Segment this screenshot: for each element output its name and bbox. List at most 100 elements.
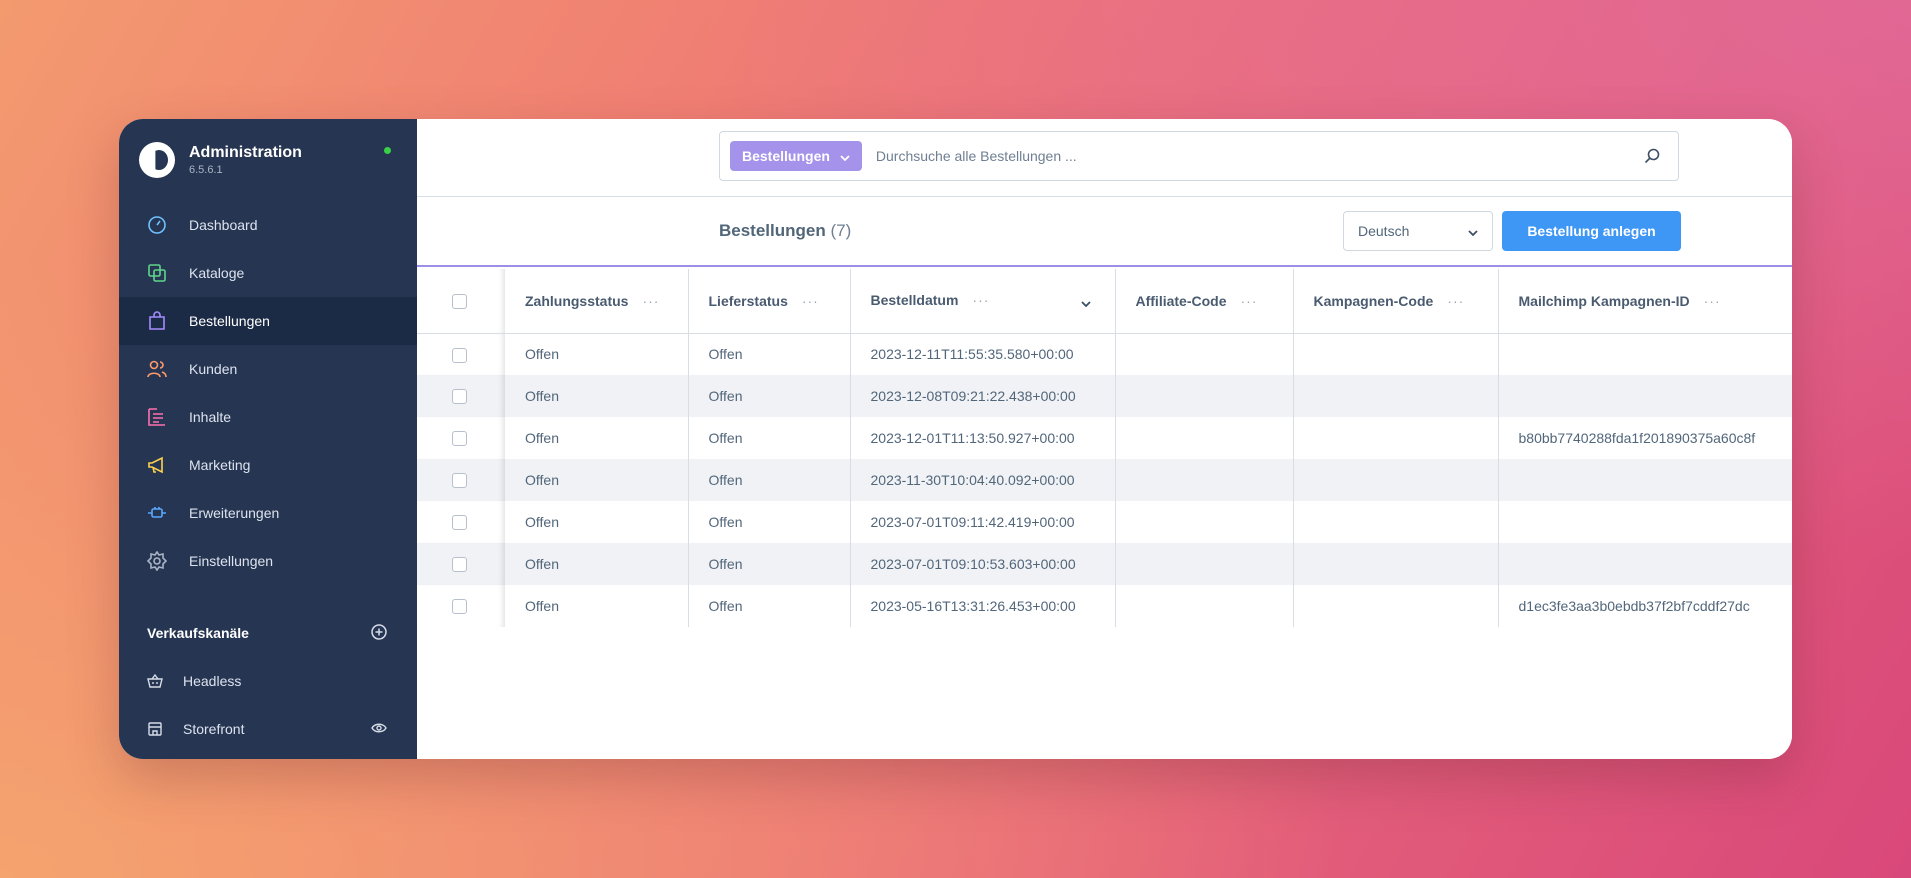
nav-item-customers[interactable]: Kunden <box>119 345 417 393</box>
row-checkbox[interactable] <box>452 473 467 489</box>
column-title: Bestelldatum <box>870 291 959 308</box>
shopping-bag-icon <box>147 311 167 331</box>
main-nav: Dashboard Kataloge Bestellungen Kunden I… <box>119 201 417 585</box>
nav-item-settings[interactable]: Einstellungen <box>119 537 417 585</box>
column-header-payment-status[interactable]: Zahlungsstatus ··· <box>505 269 689 334</box>
mailchimp-id-cell: b80bb7740288fda1f201890375a60c8f <box>1518 430 1756 446</box>
language-select[interactable]: Deutsch <box>1343 211 1493 251</box>
nav-item-extensions[interactable]: Erweiterungen <box>119 489 417 537</box>
global-search: Bestellungen <box>719 131 1679 181</box>
chevron-down-icon <box>1468 223 1478 239</box>
select-all-cell <box>417 269 505 334</box>
mailchimp-id-cell <box>1498 459 1792 501</box>
delivery-status-cell: Offen <box>688 459 851 501</box>
mailchimp-id-cell: d1ec3fe3aa3b0ebdb37f2bf7cddf27dc <box>1518 598 1750 614</box>
orders-grid: Zahlungsstatus ··· Lieferstatus ··· Bestel… <box>417 269 1792 627</box>
table-body: Offen Offen 2023-12-11T11:55:35.580+00:00 O… <box>417 333 1792 627</box>
eye-icon[interactable] <box>371 721 387 737</box>
table-row[interactable]: Offen Offen 2023-07-01T09:10:53.603+00:00 <box>417 543 1792 585</box>
nav-item-dashboard[interactable]: Dashboard <box>119 201 417 249</box>
sales-channel-headless[interactable]: Headless <box>119 657 417 705</box>
nav-label: Kunden <box>189 361 238 377</box>
language-value: Deutsch <box>1358 223 1410 239</box>
payment-status-cell: Offen <box>505 417 689 459</box>
admin-window: Administration 6.5.6.1 Dashboard Katalog… <box>119 119 1792 759</box>
add-sales-channel-icon[interactable] <box>371 623 387 643</box>
affiliate-code-cell <box>1115 543 1294 585</box>
campaign-code-cell <box>1293 585 1499 627</box>
affiliate-code-cell <box>1115 459 1294 501</box>
shopware-logo-icon <box>139 142 175 178</box>
column-menu-icon[interactable]: ··· <box>1447 293 1464 309</box>
affiliate-code-cell <box>1115 585 1294 627</box>
payment-status-cell: Offen <box>505 501 689 543</box>
order-date-cell: 2023-05-16T13:31:26.453+00:00 <box>850 585 1116 627</box>
order-date-cell: 2023-12-11T11:55:35.580+00:00 <box>850 333 1116 375</box>
content-icon <box>147 407 167 427</box>
column-title: Mailchimp Kampagnen-ID <box>1518 292 1690 309</box>
row-select-cell <box>417 585 505 627</box>
row-checkbox[interactable] <box>452 431 467 447</box>
row-checkbox[interactable] <box>452 599 467 615</box>
delivery-status-cell: Offen <box>688 543 851 585</box>
campaign-code-cell <box>1293 459 1499 501</box>
row-select-cell <box>417 417 505 459</box>
nav-item-catalogs[interactable]: Kataloge <box>119 249 417 297</box>
nav-item-marketing[interactable]: Marketing <box>119 441 417 489</box>
table-row[interactable]: Offen Offen 2023-12-08T09:21:22.438+00:00 <box>417 375 1792 417</box>
column-menu-icon[interactable]: ··· <box>642 293 659 309</box>
column-menu-icon[interactable]: ··· <box>802 293 819 309</box>
column-menu-icon[interactable]: ··· <box>1241 293 1258 309</box>
row-checkbox[interactable] <box>452 515 467 531</box>
order-date-cell: 2023-07-01T09:10:53.603+00:00 <box>850 543 1116 585</box>
main-content: Bestellungen Bestellungen (7) Deutsch <box>417 119 1792 759</box>
table-row[interactable]: Offen Offen 2023-12-01T11:13:50.927+00:00 b… <box>417 417 1792 459</box>
table-row[interactable]: Offen Offen 2023-11-30T10:04:40.092+00:00 <box>417 459 1792 501</box>
row-select-cell <box>417 543 505 585</box>
campaign-code-cell <box>1293 333 1499 375</box>
catalog-icon <box>147 263 167 283</box>
column-header-mailchimp-campaign-id[interactable]: Mailchimp Kampagnen-ID ··· <box>1498 269 1792 334</box>
nav-label: Kataloge <box>189 265 245 281</box>
column-header-campaign-code[interactable]: Kampagnen-Code ··· <box>1293 269 1499 334</box>
search-type-dropdown[interactable]: Bestellungen <box>730 141 862 171</box>
chevron-down-icon <box>840 148 850 164</box>
table-row[interactable]: Offen Offen 2023-05-16T13:31:26.453+00:00 d… <box>417 585 1792 627</box>
column-menu-icon[interactable]: ··· <box>1704 293 1721 309</box>
table-row[interactable]: Offen Offen 2023-12-11T11:55:35.580+00:00 <box>417 333 1792 375</box>
column-header-delivery-status[interactable]: Lieferstatus ··· <box>688 269 851 334</box>
smart-bar: Bestellungen (7) Deutsch Bestellung anle… <box>417 197 1792 267</box>
nav-label: Einstellungen <box>189 553 274 569</box>
delivery-status-cell: Offen <box>688 375 851 417</box>
mailchimp-id-cell <box>1498 543 1792 585</box>
select-all-checkbox[interactable] <box>452 294 467 310</box>
column-header-order-date[interactable]: Bestelldatum ··· <box>850 269 1116 334</box>
campaign-code-cell <box>1293 501 1499 543</box>
plugin-icon <box>147 503 167 523</box>
dashboard-icon <box>147 215 167 235</box>
column-title: Affiliate-Code <box>1135 292 1227 309</box>
column-menu-icon[interactable]: ··· <box>972 292 989 308</box>
table-row[interactable]: Offen Offen 2023-07-01T09:11:42.419+00:00 <box>417 501 1792 543</box>
nav-label: Bestellungen <box>189 313 270 329</box>
delivery-status-cell: Offen <box>688 501 851 543</box>
campaign-code-cell <box>1293 375 1499 417</box>
order-date-cell: 2023-11-30T10:04:40.092+00:00 <box>850 459 1116 501</box>
search-input[interactable] <box>875 148 1632 164</box>
row-checkbox[interactable] <box>452 389 467 405</box>
row-select-cell <box>417 333 505 375</box>
nav-item-orders[interactable]: Bestellungen <box>119 297 417 345</box>
brand[interactable]: Administration 6.5.6.1 <box>119 119 417 201</box>
sort-descending-icon[interactable] <box>1080 294 1091 310</box>
sales-channel-storefront[interactable]: Storefront <box>119 705 417 753</box>
nav-item-content[interactable]: Inhalte <box>119 393 417 441</box>
column-header-affiliate-code[interactable]: Affiliate-Code ··· <box>1115 269 1294 334</box>
row-checkbox[interactable] <box>452 347 467 363</box>
row-checkbox[interactable] <box>452 557 467 573</box>
create-order-button[interactable]: Bestellung anlegen <box>1502 211 1681 251</box>
mailchimp-id-cell <box>1498 375 1792 417</box>
nav-label: Dashboard <box>189 217 258 233</box>
page-title-text: Bestellungen <box>719 221 826 240</box>
sidebar: Administration 6.5.6.1 Dashboard Katalog… <box>119 119 417 759</box>
search-icon[interactable] <box>1632 136 1672 176</box>
